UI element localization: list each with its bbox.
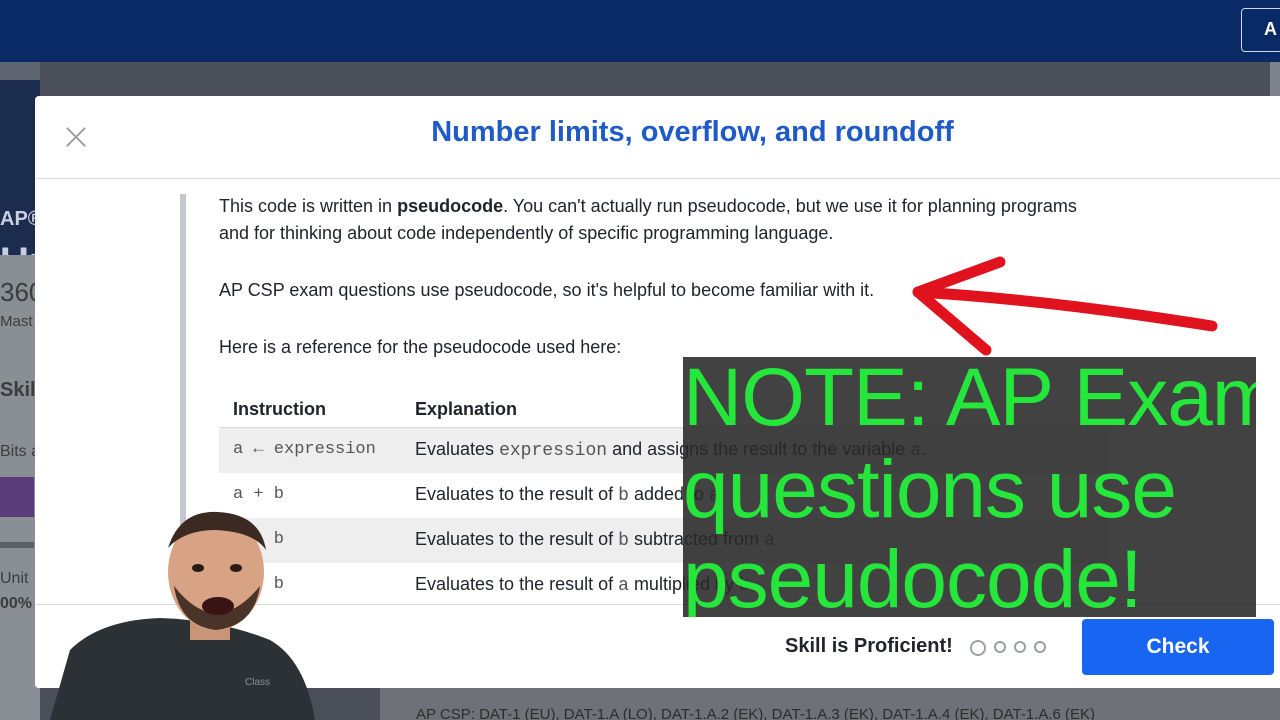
progress-dot: [970, 639, 986, 656]
presenter-webcam: Class: [50, 511, 315, 720]
progress-dot: [994, 641, 1006, 653]
account-button[interactable]: A: [1241, 8, 1280, 52]
progress-icons: [0, 477, 34, 517]
note-line: questions use: [683, 444, 1177, 535]
modal-header: Number limits, overflow, and roundoff: [35, 96, 1280, 179]
note-line: pseudocode!: [683, 534, 1143, 617]
unit-progress-percent: 00%: [0, 595, 33, 612]
top-nav-bar: A: [0, 0, 1280, 62]
modal-title: Number limits, overflow, and roundoff: [431, 116, 954, 148]
unit-header: AP® Ur: [0, 80, 44, 284]
column-header-instruction: Instruction: [219, 393, 401, 428]
skill-status-text: Skill is Proficient!: [785, 635, 953, 657]
note-line: NOTE: AP Exam: [683, 357, 1256, 443]
bits-label: Bits a: [0, 443, 41, 460]
progress-dot: [1034, 641, 1046, 653]
sidebar-stats: 360 Mast Skill Bits a Unit 00%: [0, 255, 43, 720]
unit-progress-label: Unit: [0, 570, 29, 587]
mastery-label: Mast: [0, 313, 33, 330]
note-overlay: NOTE: AP Exam questions use pseudocode!: [683, 357, 1256, 617]
intro-paragraph: This code is written in pseudocode. You …: [219, 196, 1077, 243]
instruction-cell: a ← expression: [219, 427, 401, 473]
check-button[interactable]: Check: [1082, 619, 1274, 675]
standards-text: AP CSP: DAT-1 (EU), DAT-1.A (LO), DAT-1.…: [380, 688, 1280, 720]
progress-dot: [1014, 641, 1026, 653]
red-arrow-annotation: [912, 256, 1218, 356]
progress-dots: [970, 639, 1054, 656]
progress-bar: [0, 542, 34, 548]
svg-text:Class: Class: [245, 677, 270, 688]
